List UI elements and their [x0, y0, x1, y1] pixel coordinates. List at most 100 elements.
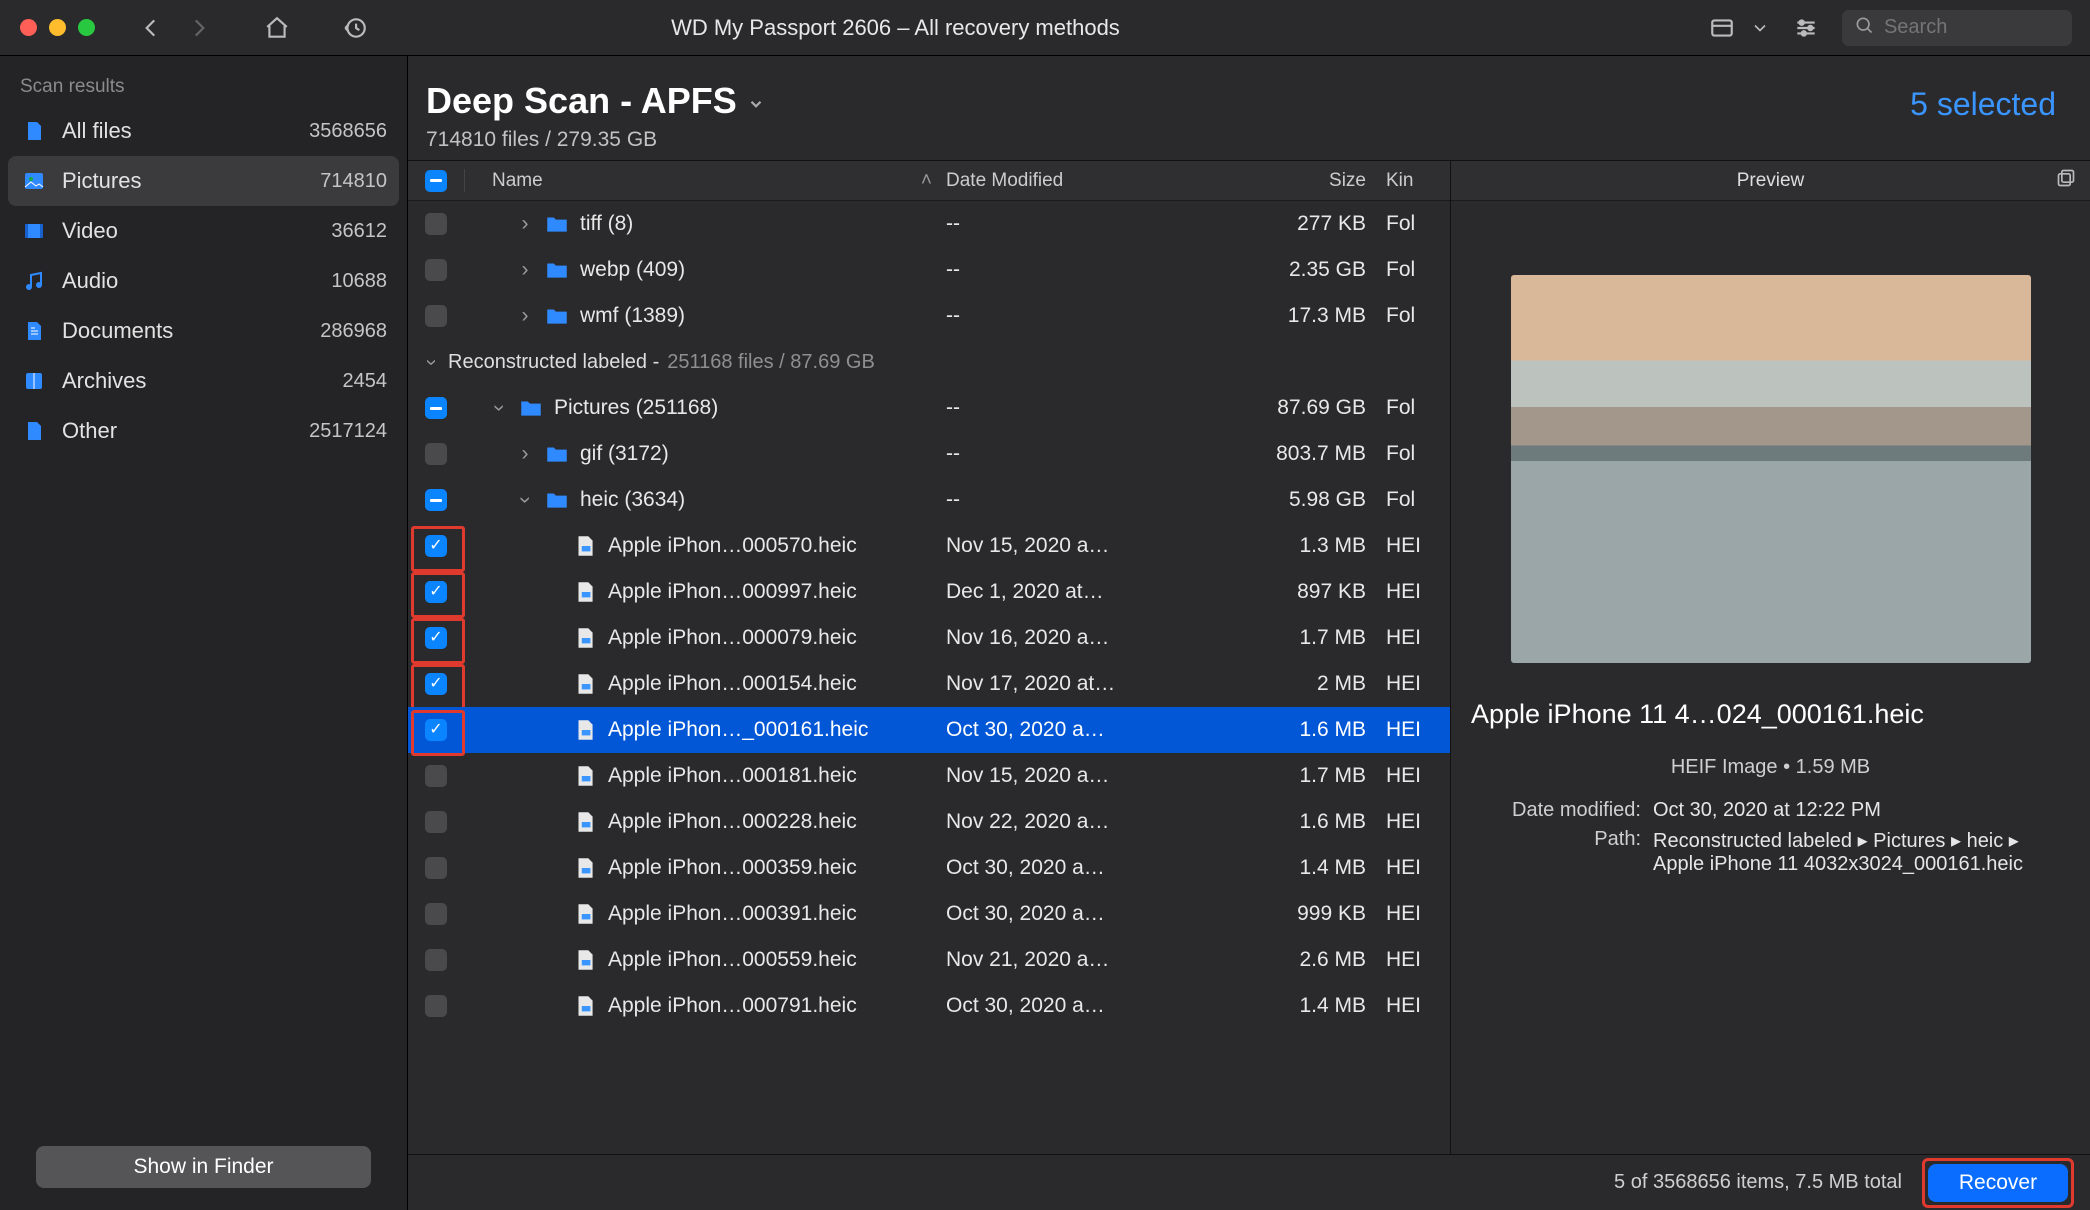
- table-row[interactable]: Apple iPhon…000997.heic Dec 1, 2020 at… …: [408, 569, 1450, 615]
- table-row[interactable]: › tiff (8) -- 277 KB Fol: [408, 201, 1450, 247]
- table-row[interactable]: › gif (3172) -- 803.7 MB Fol: [408, 431, 1450, 477]
- row-checkbox[interactable]: [425, 535, 447, 557]
- settings-button[interactable]: [1788, 10, 1824, 46]
- table-row[interactable]: › Pictures (251168) -- 87.69 GB Fol: [408, 385, 1450, 431]
- preview-thumbnail: [1511, 275, 2031, 663]
- row-checkbox[interactable]: [425, 489, 447, 511]
- sidebar-item-all-files[interactable]: All files 3568656: [8, 106, 399, 156]
- nav-forward-button[interactable]: [181, 10, 217, 46]
- sidebar-item-label: Video: [62, 218, 118, 244]
- row-checkbox[interactable]: [425, 673, 447, 695]
- preview-title: Preview: [1737, 170, 1805, 192]
- sidebar-item-count: 3568656: [309, 120, 387, 143]
- row-checkbox[interactable]: [425, 259, 447, 281]
- select-all-checkbox[interactable]: [425, 170, 447, 192]
- table-row[interactable]: Apple iPhon…000570.heic Nov 15, 2020 a… …: [408, 523, 1450, 569]
- column-name[interactable]: Name ˄: [478, 170, 946, 192]
- nav-back-button[interactable]: [133, 10, 169, 46]
- row-checkbox[interactable]: [425, 305, 447, 327]
- row-size: 1.4 MB: [1166, 856, 1386, 880]
- sidebar: Scan results All files 3568656 Pictures …: [0, 56, 408, 1210]
- disclosure-icon[interactable]: ›: [516, 304, 534, 328]
- sidebar-item-video[interactable]: Video 36612: [8, 206, 399, 256]
- row-name: Apple iPhon…000359.heic: [608, 856, 857, 880]
- disclosure-icon[interactable]: ›: [487, 399, 511, 417]
- row-checkbox[interactable]: [425, 811, 447, 833]
- row-kind: HEI: [1386, 672, 1450, 696]
- row-date: Oct 30, 2020 a…: [946, 856, 1166, 880]
- sidebar-item-documents[interactable]: Documents 286968: [8, 306, 399, 356]
- row-checkbox[interactable]: [425, 857, 447, 879]
- row-size: 803.7 MB: [1166, 442, 1386, 466]
- history-button[interactable]: [337, 10, 373, 46]
- show-in-finder-button[interactable]: Show in Finder: [36, 1146, 371, 1188]
- selection-count[interactable]: 5 selected: [1910, 86, 2056, 123]
- row-name: Apple iPhon…000391.heic: [608, 902, 857, 926]
- recover-button[interactable]: Recover: [1928, 1164, 2068, 1202]
- sidebar-item-audio[interactable]: Audio 10688: [8, 256, 399, 306]
- table-row[interactable]: Apple iPhon…000391.heic Oct 30, 2020 a… …: [408, 891, 1450, 937]
- window-title: WD My Passport 2606 – All recovery metho…: [671, 15, 1120, 41]
- sidebar-item-count: 36612: [331, 220, 387, 243]
- row-checkbox[interactable]: [425, 581, 447, 603]
- row-name: gif (3172): [580, 442, 669, 466]
- maximize-window-button[interactable]: [78, 19, 95, 36]
- row-date: Nov 22, 2020 a…: [946, 810, 1166, 834]
- row-kind: HEI: [1386, 718, 1450, 742]
- table-row[interactable]: Apple iPhon…000359.heic Oct 30, 2020 a… …: [408, 845, 1450, 891]
- disclosure-icon[interactable]: ›: [516, 258, 534, 282]
- table-row[interactable]: Apple iPhon…000154.heic Nov 17, 2020 at……: [408, 661, 1450, 707]
- home-button[interactable]: [259, 10, 295, 46]
- row-size: 87.69 GB: [1166, 396, 1386, 420]
- minimize-window-button[interactable]: [49, 19, 66, 36]
- disclosure-icon[interactable]: ›: [516, 442, 534, 466]
- view-mode-button[interactable]: [1704, 10, 1740, 46]
- row-checkbox[interactable]: [425, 949, 447, 971]
- table-row[interactable]: › wmf (1389) -- 17.3 MB Fol: [408, 293, 1450, 339]
- row-checkbox[interactable]: [425, 443, 447, 465]
- disclosure-icon[interactable]: ›: [420, 353, 443, 371]
- table-row[interactable]: Apple iPhon…000181.heic Nov 15, 2020 a… …: [408, 753, 1450, 799]
- file-icon: [572, 533, 598, 559]
- row-date: Oct 30, 2020 a…: [946, 902, 1166, 926]
- table-row[interactable]: › webp (409) -- 2.35 GB Fol: [408, 247, 1450, 293]
- table-row[interactable]: Apple iPhon…_000161.heic Oct 30, 2020 a……: [408, 707, 1450, 753]
- row-kind: HEI: [1386, 626, 1450, 650]
- view-mode-chevron-icon[interactable]: [1750, 10, 1770, 46]
- table-row[interactable]: Apple iPhon…000079.heic Nov 16, 2020 a… …: [408, 615, 1450, 661]
- row-name: Apple iPhon…000228.heic: [608, 810, 857, 834]
- table-row[interactable]: Apple iPhon…000228.heic Nov 22, 2020 a… …: [408, 799, 1450, 845]
- row-checkbox[interactable]: [425, 903, 447, 925]
- video-icon: [20, 217, 48, 245]
- search-field[interactable]: [1842, 10, 2072, 46]
- table-row[interactable]: › heic (3634) -- 5.98 GB Fol: [408, 477, 1450, 523]
- file-icon: [572, 671, 598, 697]
- folder-icon: [518, 395, 544, 421]
- scan-title-dropdown[interactable]: Deep Scan - APFS: [426, 80, 765, 122]
- sidebar-item-pictures[interactable]: Pictures 714810: [8, 156, 399, 206]
- preview-popout-button[interactable]: [2056, 168, 2076, 194]
- main-header: Deep Scan - APFS 714810 files / 279.35 G…: [408, 56, 2090, 160]
- search-input[interactable]: [1884, 16, 2060, 39]
- row-checkbox[interactable]: [425, 719, 447, 741]
- close-window-button[interactable]: [20, 19, 37, 36]
- sidebar-item-other[interactable]: Other 2517124: [8, 406, 399, 456]
- disclosure-icon[interactable]: ›: [513, 491, 537, 509]
- row-name: tiff (8): [580, 212, 633, 236]
- sidebar-item-label: Pictures: [62, 168, 141, 194]
- group-header[interactable]: › Reconstructed labeled - 251168 files /…: [408, 339, 1450, 385]
- audio-icon: [20, 267, 48, 295]
- row-checkbox[interactable]: [425, 627, 447, 649]
- row-checkbox[interactable]: [425, 765, 447, 787]
- row-checkbox[interactable]: [425, 213, 447, 235]
- disclosure-icon[interactable]: ›: [516, 212, 534, 236]
- row-checkbox[interactable]: [425, 995, 447, 1017]
- row-checkbox[interactable]: [425, 397, 447, 419]
- sort-asc-icon: ˄: [921, 170, 932, 192]
- table-row[interactable]: Apple iPhon…000559.heic Nov 21, 2020 a… …: [408, 937, 1450, 983]
- sidebar-item-archives[interactable]: Archives 2454: [8, 356, 399, 406]
- column-size[interactable]: Size: [1166, 170, 1386, 192]
- table-row[interactable]: Apple iPhon…000791.heic Oct 30, 2020 a… …: [408, 983, 1450, 1029]
- column-kind[interactable]: Kin: [1386, 170, 1450, 192]
- column-date[interactable]: Date Modified: [946, 170, 1166, 192]
